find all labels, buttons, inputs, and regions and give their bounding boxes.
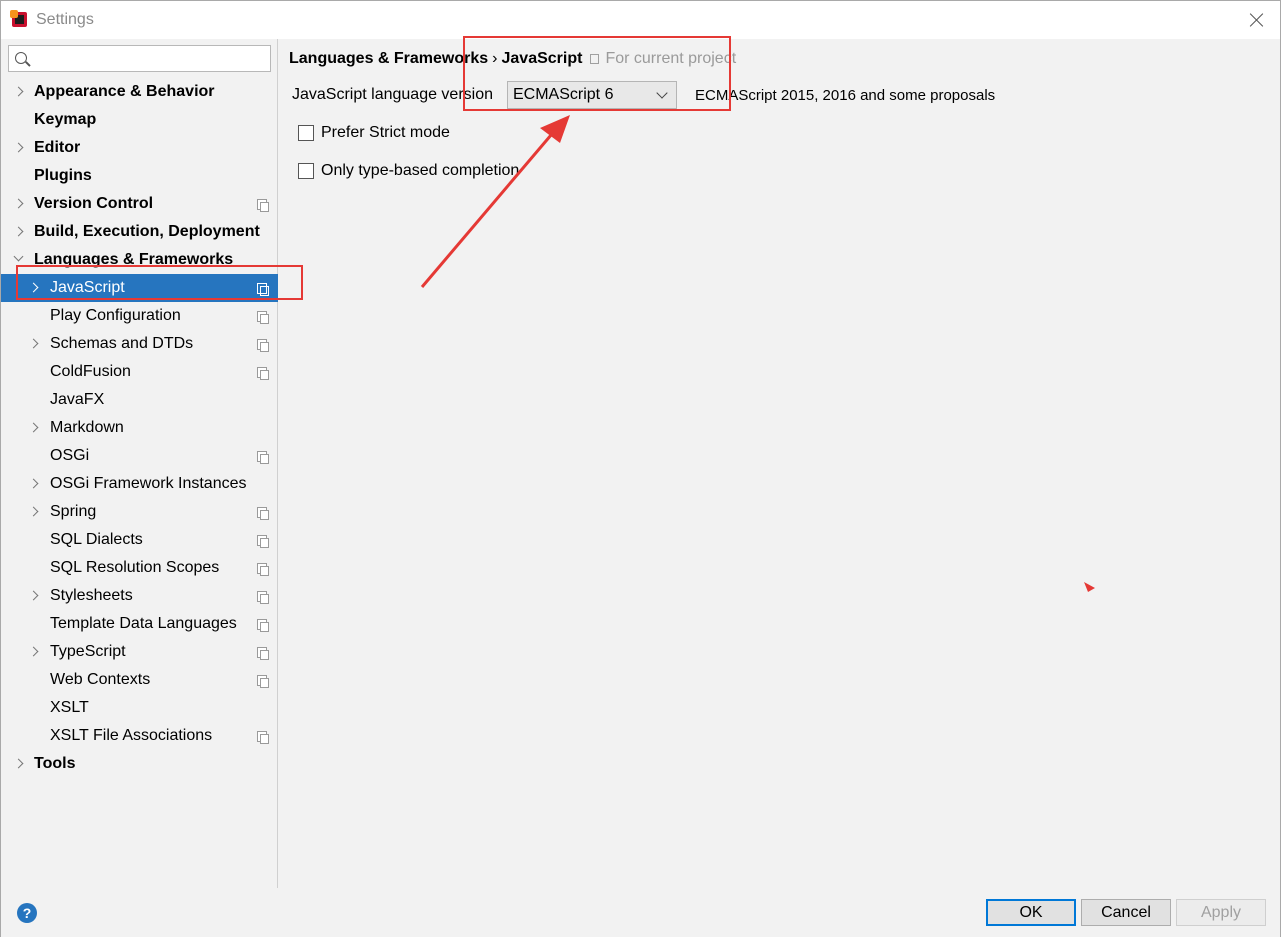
annotation-arrow [420,115,1095,592]
